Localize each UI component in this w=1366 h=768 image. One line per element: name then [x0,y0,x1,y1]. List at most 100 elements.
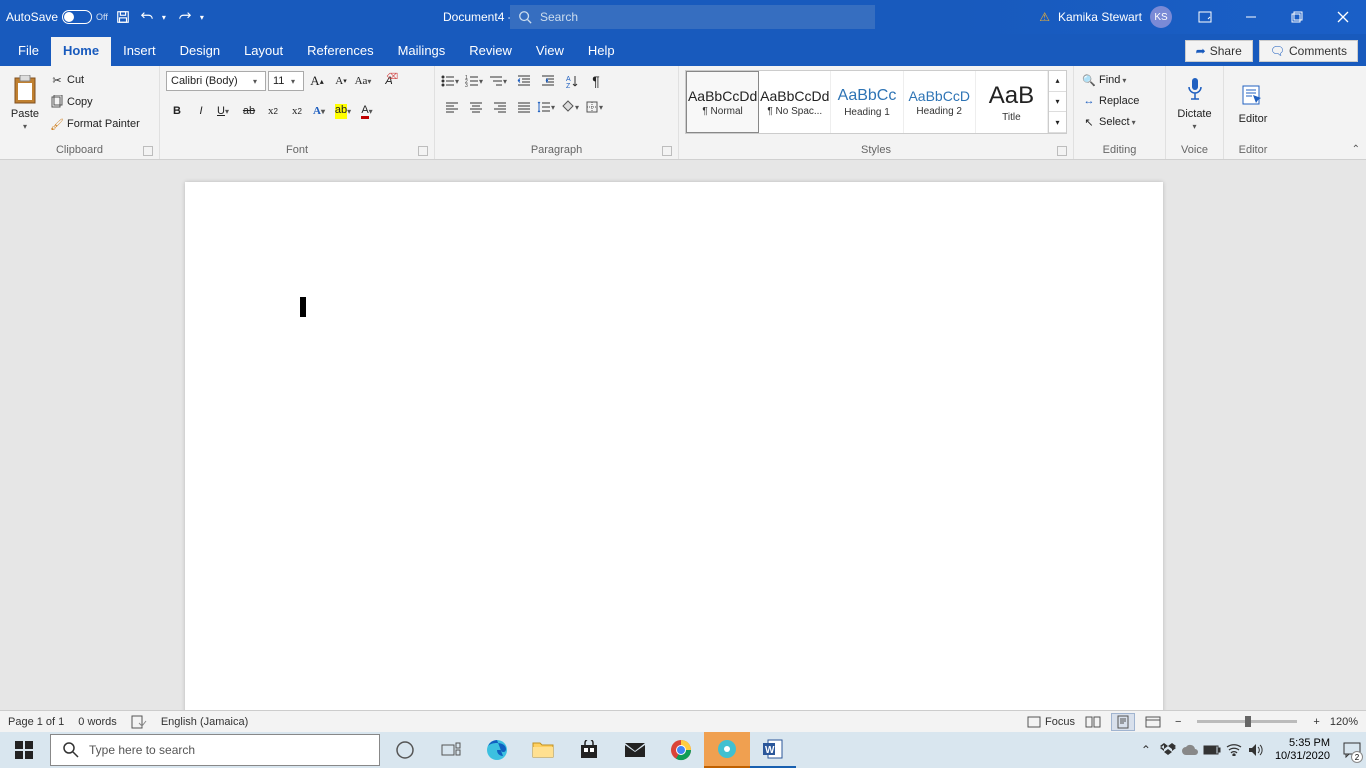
find-button[interactable]: 🔍Find▾ [1078,70,1143,90]
comments-button[interactable]: 🗨Comments [1259,40,1358,62]
word-count[interactable]: 0 words [78,716,117,728]
subscript-button[interactable]: x2 [262,100,284,122]
start-button[interactable] [0,732,48,768]
borders-button[interactable]: ▾ [585,96,607,118]
strikethrough-button[interactable]: ab [238,100,260,122]
clear-formatting-button[interactable]: A⌫ [378,70,400,92]
increase-indent-button[interactable] [537,70,559,92]
redo-icon[interactable] [176,8,194,26]
chrome-icon[interactable] [658,732,704,768]
battery-icon[interactable] [1201,732,1223,768]
print-layout-icon[interactable] [1111,713,1135,731]
paste-button[interactable]: Paste ▾ [4,68,46,136]
format-painter-button[interactable]: 🖌Format Painter [46,114,143,134]
app-running-icon[interactable] [704,732,750,768]
tab-design[interactable]: Design [168,37,232,66]
taskbar-search[interactable]: Type here to search [50,734,380,766]
shrink-font-button[interactable]: A▾ [330,70,352,92]
word-taskbar-icon[interactable]: W [750,732,796,768]
dropbox-icon[interactable] [1157,732,1179,768]
read-mode-icon[interactable] [1081,713,1105,731]
text-effects-button[interactable]: A▾ [310,100,332,122]
replace-button[interactable]: ↔Replace [1078,91,1143,111]
zoom-in-button[interactable]: + [1309,716,1323,728]
search-box[interactable]: Search [510,5,875,29]
dialog-launcher-icon[interactable] [662,146,672,156]
spellcheck-icon[interactable] [131,715,147,729]
cortana-icon[interactable] [382,732,428,768]
web-layout-icon[interactable] [1141,713,1165,731]
decrease-indent-button[interactable] [513,70,535,92]
align-center-button[interactable] [465,96,487,118]
tab-file[interactable]: File [6,37,51,66]
superscript-button[interactable]: x2 [286,100,308,122]
collapse-ribbon-icon[interactable]: ⌃ [1352,144,1360,155]
gallery-down-icon[interactable]: ▾ [1049,92,1066,113]
focus-mode-button[interactable]: Focus [1027,716,1075,728]
cut-button[interactable]: ✂Cut [46,70,143,90]
font-size-combobox[interactable]: 11▾ [268,71,304,91]
page[interactable] [185,182,1163,730]
shading-button[interactable]: ▾ [561,96,583,118]
bullets-button[interactable]: ▾ [441,70,463,92]
action-center-icon[interactable]: 2 [1338,732,1366,768]
edge-icon[interactable] [474,732,520,768]
line-spacing-button[interactable]: ▾ [537,96,559,118]
mail-icon[interactable] [612,732,658,768]
zoom-out-button[interactable]: − [1171,716,1185,728]
system-clock[interactable]: 5:35 PM 10/31/2020 [1267,737,1338,763]
wifi-icon[interactable] [1223,732,1245,768]
ribbon-display-icon[interactable] [1182,0,1228,34]
font-name-combobox[interactable]: Calibri (Body)▾ [166,71,266,91]
tab-view[interactable]: View [524,37,576,66]
tab-mailings[interactable]: Mailings [386,37,458,66]
dictate-button[interactable]: Dictate ▾ [1170,68,1219,136]
editor-button[interactable]: Editor [1228,68,1278,136]
italic-button[interactable]: I [190,100,212,122]
store-icon[interactable] [566,732,612,768]
onedrive-icon[interactable] [1179,732,1201,768]
style-heading-1[interactable]: AaBbCcHeading 1 [831,71,903,133]
language-status[interactable]: English (Jamaica) [161,716,248,728]
select-button[interactable]: ↖Select▾ [1078,112,1143,132]
underline-button[interactable]: U▾ [214,100,236,122]
undo-dropdown-icon[interactable]: ▾ [162,13,170,22]
volume-icon[interactable] [1245,732,1267,768]
minimize-icon[interactable] [1228,0,1274,34]
tab-references[interactable]: References [295,37,385,66]
zoom-slider[interactable] [1197,720,1297,723]
tray-overflow-icon[interactable]: ⌃ [1135,732,1157,768]
page-count[interactable]: Page 1 of 1 [8,716,64,728]
multilevel-list-button[interactable]: ▾ [489,70,511,92]
change-case-button[interactable]: Aa▾ [354,70,376,92]
tab-insert[interactable]: Insert [111,37,168,66]
align-left-button[interactable] [441,96,463,118]
avatar[interactable]: KS [1150,6,1172,28]
tab-home[interactable]: Home [51,37,111,66]
highlight-button[interactable]: ab▾ [334,100,356,122]
grow-font-button[interactable]: A▴ [306,70,328,92]
sort-button[interactable]: AZ [561,70,583,92]
gallery-more-icon[interactable]: ▾ [1049,112,1066,133]
autosave-toggle[interactable]: AutoSave Off [6,10,108,24]
tab-layout[interactable]: Layout [232,37,295,66]
font-color-button[interactable]: A▾ [358,100,380,122]
style-heading-2[interactable]: AaBbCcDHeading 2 [904,71,976,133]
dialog-launcher-icon[interactable] [1057,146,1067,156]
gallery-up-icon[interactable]: ▴ [1049,71,1066,92]
share-button[interactable]: ➦Share [1185,40,1253,62]
undo-icon[interactable] [138,8,156,26]
tab-review[interactable]: Review [457,37,524,66]
dialog-launcher-icon[interactable] [143,146,153,156]
save-icon[interactable] [114,8,132,26]
style-no-spacing[interactable]: AaBbCcDd¶ No Spac... [759,71,831,133]
style-title[interactable]: AaBTitle [976,71,1048,133]
copy-button[interactable]: Copy [46,92,143,112]
explorer-icon[interactable] [520,732,566,768]
tab-help[interactable]: Help [576,37,627,66]
qat-customize-icon[interactable]: ▾ [200,13,208,22]
restore-icon[interactable] [1274,0,1320,34]
dialog-launcher-icon[interactable] [418,146,428,156]
numbering-button[interactable]: 123▾ [465,70,487,92]
document-area[interactable] [0,160,1366,730]
